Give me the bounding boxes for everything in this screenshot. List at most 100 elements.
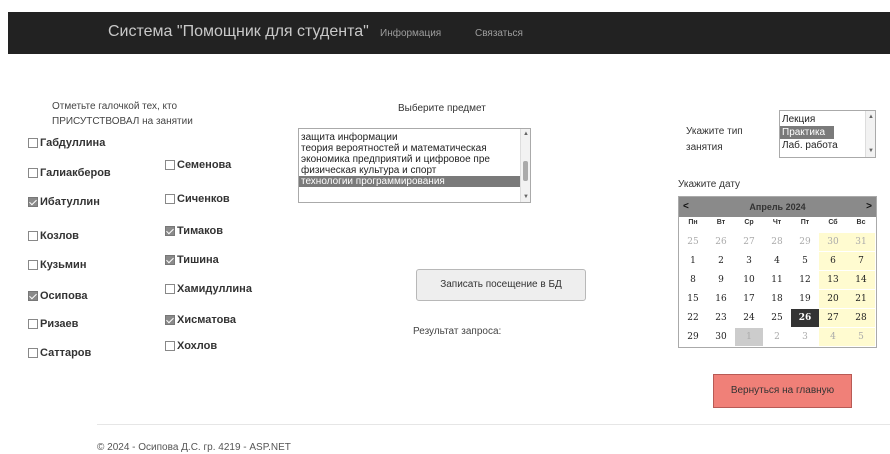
student-checkbox-8[interactable]: Саттаров bbox=[28, 347, 91, 359]
calendar-day[interactable]: 11 bbox=[763, 271, 791, 289]
checkbox-box[interactable] bbox=[28, 319, 38, 329]
calendar-day[interactable]: 28 bbox=[847, 309, 875, 327]
calendar-day[interactable]: 6 bbox=[819, 252, 847, 270]
nav-link-contact[interactable]: Связаться bbox=[475, 28, 523, 39]
calendar-day[interactable]: 9 bbox=[707, 271, 735, 289]
lesson-type-option[interactable]: Лаб. работа bbox=[780, 139, 875, 152]
calendar-day[interactable]: 2 bbox=[707, 252, 735, 270]
calendar-day[interactable]: 1 bbox=[679, 252, 707, 270]
student-checkbox-11[interactable]: Тимаков bbox=[165, 225, 223, 237]
checkbox-box-checked[interactable] bbox=[28, 197, 38, 207]
calendar-day[interactable]: 2 bbox=[763, 328, 791, 346]
calendar-day[interactable]: 12 bbox=[791, 271, 819, 289]
checkbox-box[interactable] bbox=[165, 284, 175, 294]
calendar-day[interactable]: 26 bbox=[791, 309, 819, 327]
checkbox-box[interactable] bbox=[28, 348, 38, 358]
calendar-day[interactable]: 19 bbox=[791, 290, 819, 308]
calendar-day[interactable]: 10 bbox=[735, 271, 763, 289]
student-checkbox-9[interactable]: Семенова bbox=[165, 159, 231, 171]
subject-listbox[interactable]: защита информации теория вероятностей и … bbox=[298, 128, 531, 203]
student-checkbox-10[interactable]: Сиченков bbox=[165, 193, 230, 205]
student-checkbox-1[interactable]: Габдуллина bbox=[28, 137, 105, 149]
calendar-day[interactable]: 21 bbox=[847, 290, 875, 308]
calendar-day[interactable]: 27 bbox=[819, 309, 847, 327]
calendar-day[interactable]: 15 bbox=[679, 290, 707, 308]
scroll-down-icon[interactable]: ▼ bbox=[521, 194, 530, 200]
calendar-day[interactable]: 14 bbox=[847, 271, 875, 289]
calendar-weekday: Вс bbox=[856, 219, 866, 226]
calendar-day[interactable]: 5 bbox=[847, 328, 875, 346]
calendar-day[interactable]: 5 bbox=[791, 252, 819, 270]
calendar-day[interactable]: 24 bbox=[735, 309, 763, 327]
calendar-day[interactable]: 18 bbox=[763, 290, 791, 308]
calendar-weekday: Чт bbox=[772, 219, 782, 226]
student-checkbox-14[interactable]: Хисматова bbox=[165, 314, 236, 326]
checkbox-box[interactable] bbox=[165, 160, 175, 170]
calendar-day[interactable]: 26 bbox=[707, 233, 735, 251]
student-checkbox-13[interactable]: Хамидуллина bbox=[165, 283, 252, 295]
calendar-next-icon[interactable]: > bbox=[866, 201, 872, 212]
calendar-day[interactable]: 1 bbox=[735, 328, 763, 346]
date-calendar[interactable]: < Апрель 2024 > Пн Вт Ср Чт Пт Сб Вс 25 26 27 28 29… bbox=[678, 196, 877, 348]
lesson-type-scrollbar[interactable]: ▲ ▼ bbox=[865, 111, 875, 157]
nav-link-info[interactable]: Информация bbox=[380, 28, 441, 39]
subject-option[interactable]: теория вероятностей и математическая bbox=[299, 143, 530, 154]
calendar-day[interactable]: 30 bbox=[707, 328, 735, 346]
calendar-day[interactable]: 13 bbox=[819, 271, 847, 289]
calendar-day[interactable]: 30 bbox=[819, 233, 847, 251]
student-checkbox-3[interactable]: Ибатуллин bbox=[28, 196, 100, 208]
subject-option[interactable]: экономика предприятий и цифровое пре bbox=[299, 154, 530, 165]
scroll-down-icon[interactable]: ▼ bbox=[866, 148, 875, 154]
student-name: Семенова bbox=[177, 159, 232, 171]
checkbox-box[interactable] bbox=[165, 194, 175, 204]
calendar-day[interactable]: 25 bbox=[763, 309, 791, 327]
checkbox-box-checked[interactable] bbox=[165, 226, 175, 236]
student-checkbox-2[interactable]: Галиакберов bbox=[28, 167, 111, 179]
checkbox-box-checked[interactable] bbox=[28, 291, 38, 301]
lesson-type-listbox[interactable]: Лекция Практика Лаб. работа ▲ ▼ bbox=[779, 110, 876, 158]
checkbox-box[interactable] bbox=[28, 168, 38, 178]
calendar-day[interactable]: 22 bbox=[679, 309, 707, 327]
student-checkbox-4[interactable]: Козлов bbox=[28, 230, 79, 242]
calendar-day[interactable]: 20 bbox=[819, 290, 847, 308]
subject-option[interactable]: физическая культура и спорт bbox=[299, 165, 530, 176]
student-checkbox-5[interactable]: Кузьмин bbox=[28, 259, 86, 271]
back-to-home-button[interactable]: Вернуться на главную bbox=[713, 374, 852, 408]
checkbox-box[interactable] bbox=[165, 341, 175, 351]
calendar-day[interactable]: 4 bbox=[819, 328, 847, 346]
subject-option[interactable]: защита информации bbox=[299, 132, 530, 143]
scroll-up-icon[interactable]: ▲ bbox=[521, 131, 530, 137]
calendar-day[interactable]: 29 bbox=[791, 233, 819, 251]
calendar-day[interactable]: 23 bbox=[707, 309, 735, 327]
calendar-day[interactable]: 29 bbox=[679, 328, 707, 346]
calendar-day[interactable]: 3 bbox=[791, 328, 819, 346]
brand-title[interactable]: Система "Помощник для студента" bbox=[108, 23, 369, 41]
calendar-day[interactable]: 16 bbox=[707, 290, 735, 308]
calendar-day[interactable]: 25 bbox=[679, 233, 707, 251]
calendar-day[interactable]: 4 bbox=[763, 252, 791, 270]
subject-option-selected[interactable]: технологии программирования bbox=[299, 176, 530, 187]
calendar-day[interactable]: 31 bbox=[847, 233, 875, 251]
checkbox-box-checked[interactable] bbox=[165, 255, 175, 265]
student-checkbox-12[interactable]: Тишина bbox=[165, 254, 219, 266]
calendar-day[interactable]: 17 bbox=[735, 290, 763, 308]
lesson-type-option-selected[interactable]: Практика bbox=[780, 126, 834, 139]
calendar-day[interactable]: 27 bbox=[735, 233, 763, 251]
record-attendance-button[interactable]: Записать посещение в БД bbox=[416, 269, 586, 301]
lesson-type-option[interactable]: Лекция bbox=[780, 113, 875, 126]
calendar-day[interactable]: 8 bbox=[679, 271, 707, 289]
scroll-thumb[interactable] bbox=[523, 161, 528, 181]
checkbox-box[interactable] bbox=[28, 138, 38, 148]
subject-scrollbar[interactable]: ▲ ▼ bbox=[520, 129, 530, 202]
calendar-day[interactable]: 3 bbox=[735, 252, 763, 270]
calendar-day[interactable]: 28 bbox=[763, 233, 791, 251]
lesson-type-label-line1: Укажите тип bbox=[686, 126, 743, 137]
calendar-day[interactable]: 7 bbox=[847, 252, 875, 270]
scroll-up-icon[interactable]: ▲ bbox=[866, 114, 875, 120]
checkbox-box[interactable] bbox=[28, 231, 38, 241]
checkbox-box[interactable] bbox=[28, 260, 38, 270]
checkbox-box-checked[interactable] bbox=[165, 315, 175, 325]
student-checkbox-6[interactable]: Осипова bbox=[28, 290, 88, 302]
student-checkbox-15[interactable]: Хохлов bbox=[165, 340, 217, 352]
student-checkbox-7[interactable]: Ризаев bbox=[28, 318, 78, 330]
